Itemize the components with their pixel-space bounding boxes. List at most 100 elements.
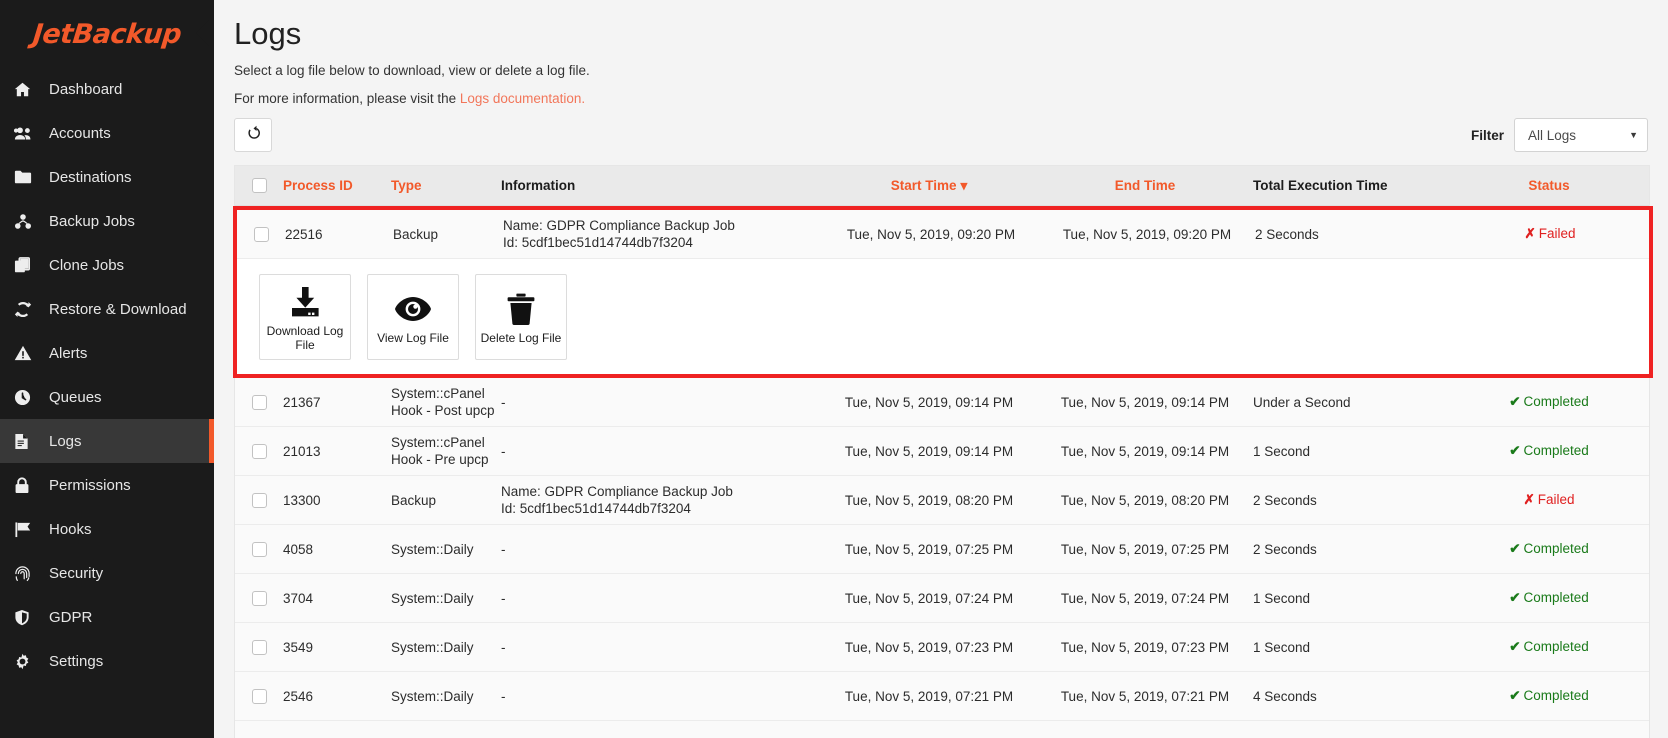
sidebar-item-logs[interactable]: Logs xyxy=(0,419,214,463)
check-icon: ✔ xyxy=(1509,443,1521,458)
sidebar-collapse-chevron-icon[interactable] xyxy=(196,20,209,46)
sidebar-item-gdpr[interactable]: GDPR xyxy=(0,595,214,639)
cell-start-time: Tue, Nov 5, 2019, 09:14 PM xyxy=(844,394,1014,410)
status-label: Completed xyxy=(1523,541,1589,556)
cell-total-execution-time: 1 Second xyxy=(1253,590,1311,606)
cell-type: System::Daily xyxy=(391,541,474,557)
sidebar: JetBackup Dashboard Accounts Destinations B… xyxy=(0,0,214,738)
cell-information: - xyxy=(501,394,506,410)
cell-end-time: Tue, Nov 5, 2019, 07:23 PM xyxy=(1060,639,1230,655)
download-log-file-button[interactable]: Download Log File xyxy=(259,274,351,360)
cell-status: ✔Completed xyxy=(1449,443,1649,459)
page-title: Logs xyxy=(234,16,302,51)
refresh-icon xyxy=(245,125,261,146)
select-all-checkbox[interactable] xyxy=(251,178,267,193)
table-row[interactable]: 2114System::Daily-Tue, Nov 5, 2019, 07:2… xyxy=(235,721,1649,738)
view-log-file-button[interactable]: View Log File xyxy=(367,274,459,360)
row-select-cell xyxy=(235,688,283,704)
row-checkbox[interactable] xyxy=(251,590,267,606)
table-row[interactable]: 21013 System::cPanel Hook - Pre upcp - Tue,… xyxy=(235,427,1649,476)
main-content: Logs Select a log file below to download… xyxy=(214,0,1668,738)
table-row[interactable]: 2546 System::Daily - Tue, Nov 5, 2019, 07:2… xyxy=(235,672,1649,721)
cell-information: Name: GDPR Compliance Backup Job Id: 5cd… xyxy=(503,217,823,251)
row-checkbox[interactable] xyxy=(251,639,267,655)
delete-log-file-button[interactable]: Delete Log File xyxy=(475,274,567,360)
row-select-cell xyxy=(235,639,283,655)
table-row[interactable]: 4058 System::Daily - Tue, Nov 5, 2019, 07:2… xyxy=(235,525,1649,574)
row-checkbox[interactable] xyxy=(251,443,267,459)
table-row[interactable]: 21367 System::cPanel Hook - Post upcp - Tue… xyxy=(235,378,1649,427)
table-header-row: Process ID Type Information Start Time ▾ … xyxy=(235,166,1649,206)
table-row[interactable]: 3704 System::Daily - Tue, Nov 5, 2019, 07:2… xyxy=(235,574,1649,623)
table-row[interactable]: 3549 System::Daily - Tue, Nov 5, 2019, 07:2… xyxy=(235,623,1649,672)
status-label: Completed xyxy=(1523,639,1589,654)
sidebar-item-label: Hooks xyxy=(49,520,92,538)
trash-icon xyxy=(506,289,536,329)
sidebar-item-label: Queues xyxy=(49,388,102,406)
sidebar-item-security[interactable]: Security xyxy=(0,551,214,595)
sidebar-item-permissions[interactable]: Permissions xyxy=(0,463,214,507)
sidebar-item-label: GDPR xyxy=(49,608,93,626)
page-info-line: For more information, please visit the L… xyxy=(234,89,1648,109)
cell-process-id: 4058 xyxy=(283,541,314,557)
status-badge: ✔Completed xyxy=(1509,688,1589,703)
header-start-time[interactable]: Start Time ▾ xyxy=(821,178,1037,194)
sidebar-item-queues[interactable]: Queues xyxy=(0,375,214,419)
filter-select[interactable]: All Logs ▼ xyxy=(1514,118,1648,152)
header-information: Information xyxy=(501,178,576,193)
check-icon: ✔ xyxy=(1509,639,1521,654)
info-id: Id: 5cdf1bec51d14744db7f3204 xyxy=(503,235,693,250)
row-select-cell xyxy=(235,590,283,606)
sidebar-item-label: Security xyxy=(49,564,104,582)
sidebar-item-clone-jobs[interactable]: Clone Jobs xyxy=(0,243,214,287)
header-status[interactable]: Status xyxy=(1449,178,1649,193)
header-type[interactable]: Type xyxy=(391,178,501,193)
row-checkbox[interactable] xyxy=(251,688,267,704)
logo-container[interactable]: JetBackup xyxy=(0,0,214,62)
cell-process-id: 22516 xyxy=(285,226,323,242)
sidebar-item-label: Settings xyxy=(49,652,104,670)
sidebar-item-backup-jobs[interactable]: Backup Jobs xyxy=(0,199,214,243)
sidebar-item-hooks[interactable]: Hooks xyxy=(0,507,214,551)
cell-status: ✔Completed xyxy=(1449,590,1649,606)
toolbar: Filter All Logs ▼ xyxy=(234,117,1648,153)
cell-start-time: Tue, Nov 5, 2019, 07:21 PM xyxy=(844,688,1014,704)
refresh-button[interactable] xyxy=(234,118,272,152)
cell-total-execution-time: 2 Seconds xyxy=(1253,492,1317,508)
table-row[interactable]: 13300 Backup Name: GDPR Compliance Backup … xyxy=(235,476,1649,525)
copy-icon xyxy=(14,256,40,274)
row-checkbox[interactable] xyxy=(251,492,267,508)
header-start-time-label: Start Time xyxy=(890,177,957,193)
highlighted-expanded-row: 22516 Backup Name: GDPR Compliance Backu… xyxy=(233,206,1653,378)
header-end-time[interactable]: End Time xyxy=(1037,178,1253,193)
sidebar-item-dashboard[interactable]: Dashboard xyxy=(0,67,214,111)
row-checkbox[interactable] xyxy=(251,541,267,557)
logs-documentation-link[interactable]: Logs documentation. xyxy=(460,91,585,106)
sidebar-item-settings[interactable]: Settings xyxy=(0,639,214,683)
cell-type: System::cPanel Hook - Pre upcp xyxy=(391,435,489,467)
filter-selected-value: All Logs xyxy=(1528,127,1577,143)
sidebar-item-accounts[interactable]: Accounts xyxy=(0,111,214,155)
cell-end-time: Tue, Nov 5, 2019, 09:14 PM xyxy=(1060,394,1230,410)
row-select-cell xyxy=(235,394,283,410)
row-checkbox[interactable] xyxy=(253,226,269,242)
page-info-prefix: For more information, please visit the xyxy=(234,91,460,106)
sidebar-item-alerts[interactable]: Alerts xyxy=(0,331,214,375)
row-select-cell xyxy=(235,492,283,508)
home-icon xyxy=(14,81,40,98)
row-checkbox[interactable] xyxy=(251,394,267,410)
status-badge: ✗ Failed xyxy=(1524,226,1575,241)
table-row[interactable]: 22516 Backup Name: GDPR Compliance Backu… xyxy=(237,210,1649,259)
header-process-id[interactable]: Process ID xyxy=(283,178,391,193)
cell-total-execution-time: 1 Second xyxy=(1253,443,1311,459)
cell-information: - xyxy=(501,688,506,704)
cell-status: ✗ Failed xyxy=(1449,492,1649,508)
sidebar-item-label: Destinations xyxy=(49,168,132,186)
cell-type: System::Daily xyxy=(391,590,474,606)
sidebar-item-destinations[interactable]: Destinations xyxy=(0,155,214,199)
cell-type: Backup xyxy=(391,492,437,508)
status-label: Completed xyxy=(1523,394,1589,409)
row-select-cell xyxy=(235,541,283,557)
sidebar-item-restore-download[interactable]: Restore & Download xyxy=(0,287,214,331)
cell-status: ✔Completed xyxy=(1449,639,1649,655)
